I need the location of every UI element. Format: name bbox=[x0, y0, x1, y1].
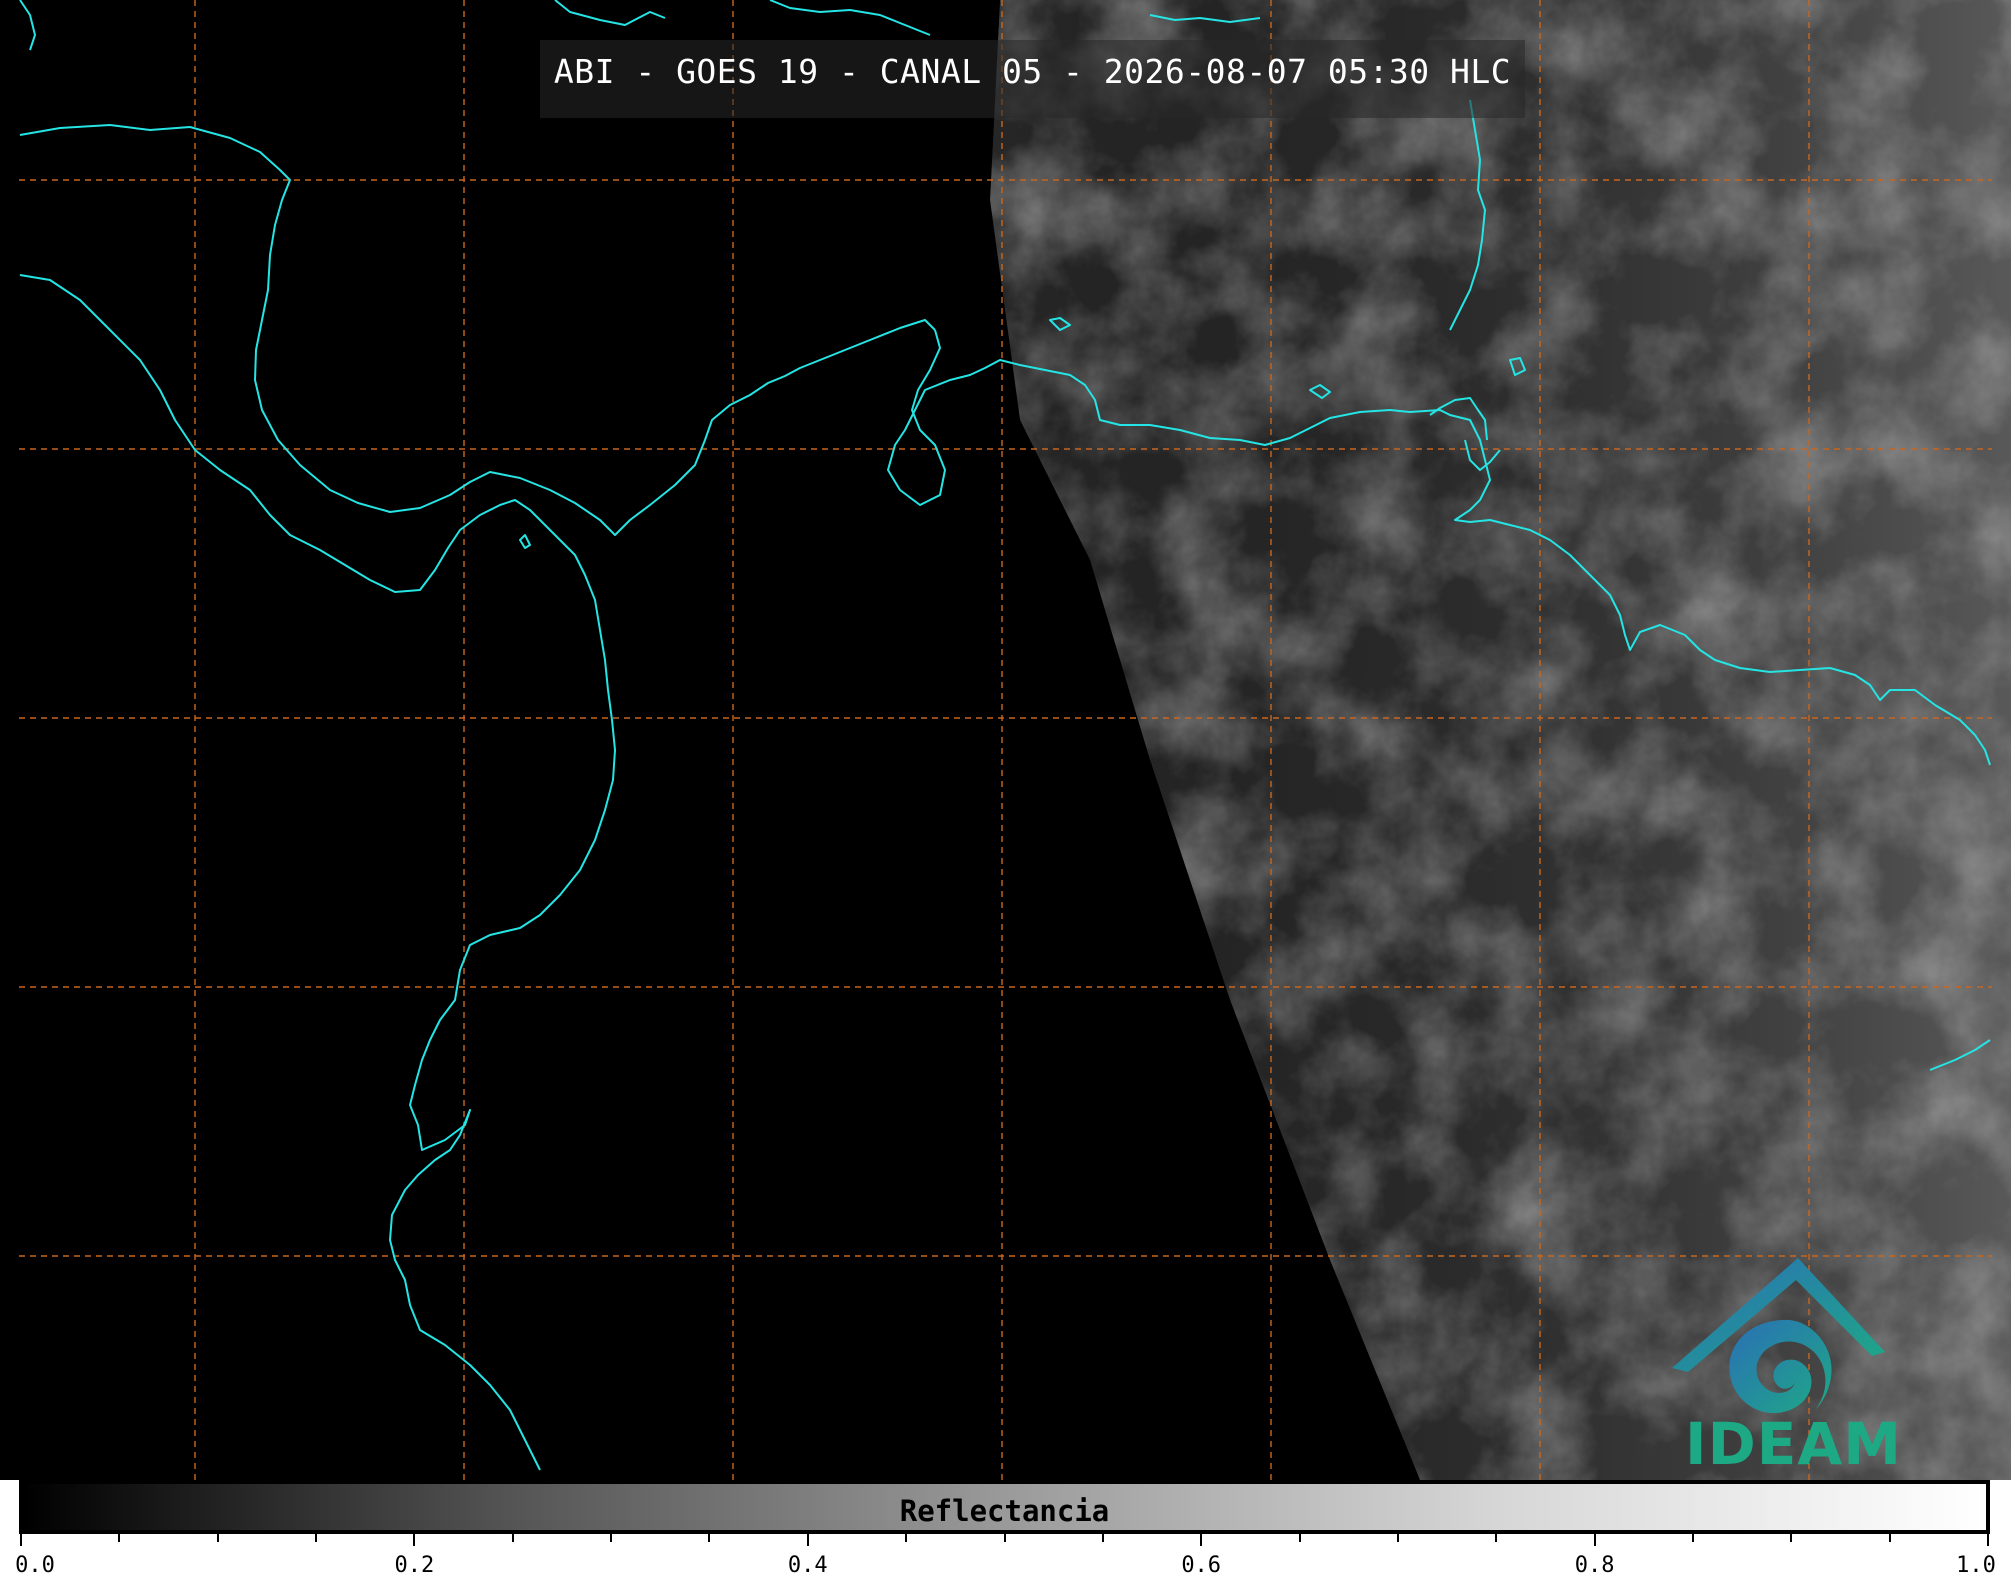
colorbar-minor-tick bbox=[1003, 1534, 1006, 1542]
colorbar-tick-label: 0.6 bbox=[1181, 1553, 1222, 1578]
colorbar-major-tick bbox=[1593, 1534, 1596, 1546]
reflectance-colorbar: Reflectancia bbox=[19, 1480, 1990, 1534]
daylight-region bbox=[0, 0, 2011, 1480]
ideam-logo-text: IDEAM bbox=[1685, 1410, 1902, 1478]
colorbar-minor-tick bbox=[118, 1534, 121, 1542]
colorbar-major-tick bbox=[1987, 1534, 1989, 1546]
colorbar-minor-tick bbox=[1298, 1534, 1301, 1542]
colorbar-tick-label: 0.2 bbox=[394, 1553, 435, 1578]
colorbar-minor-tick bbox=[1396, 1534, 1399, 1542]
colorbar-minor-tick bbox=[216, 1534, 219, 1542]
colorbar-label: Reflectancia bbox=[899, 1494, 1110, 1528]
colorbar-major-tick bbox=[413, 1534, 416, 1546]
satellite-map bbox=[0, 0, 2011, 1480]
colorbar-minor-tick bbox=[1495, 1534, 1498, 1542]
map-title: ABI - GOES 19 - CANAL 05 - 2026-08-07 05… bbox=[553, 52, 1512, 91]
colorbar-minor-tick bbox=[315, 1534, 318, 1542]
colorbar-tick-label: 0.4 bbox=[787, 1553, 828, 1578]
colorbar-minor-tick bbox=[511, 1534, 514, 1542]
colorbar-minor-tick bbox=[905, 1534, 908, 1542]
colorbar-minor-tick bbox=[708, 1534, 711, 1542]
colorbar-major-tick bbox=[20, 1534, 22, 1546]
colorbar-minor-tick bbox=[1691, 1534, 1694, 1542]
colorbar-minor-tick bbox=[1790, 1534, 1793, 1542]
colorbar-major-tick bbox=[806, 1534, 809, 1546]
colorbar-tick-label: 1.0 bbox=[1956, 1553, 1996, 1578]
colorbar-tick-label: 0.0 bbox=[15, 1553, 55, 1578]
colorbar-minor-tick bbox=[1101, 1534, 1104, 1542]
colorbar-major-tick bbox=[1200, 1534, 1203, 1546]
colorbar-minor-tick bbox=[1888, 1534, 1891, 1542]
colorbar-tick-label: 0.8 bbox=[1574, 1553, 1615, 1578]
colorbar-minor-tick bbox=[610, 1534, 613, 1542]
